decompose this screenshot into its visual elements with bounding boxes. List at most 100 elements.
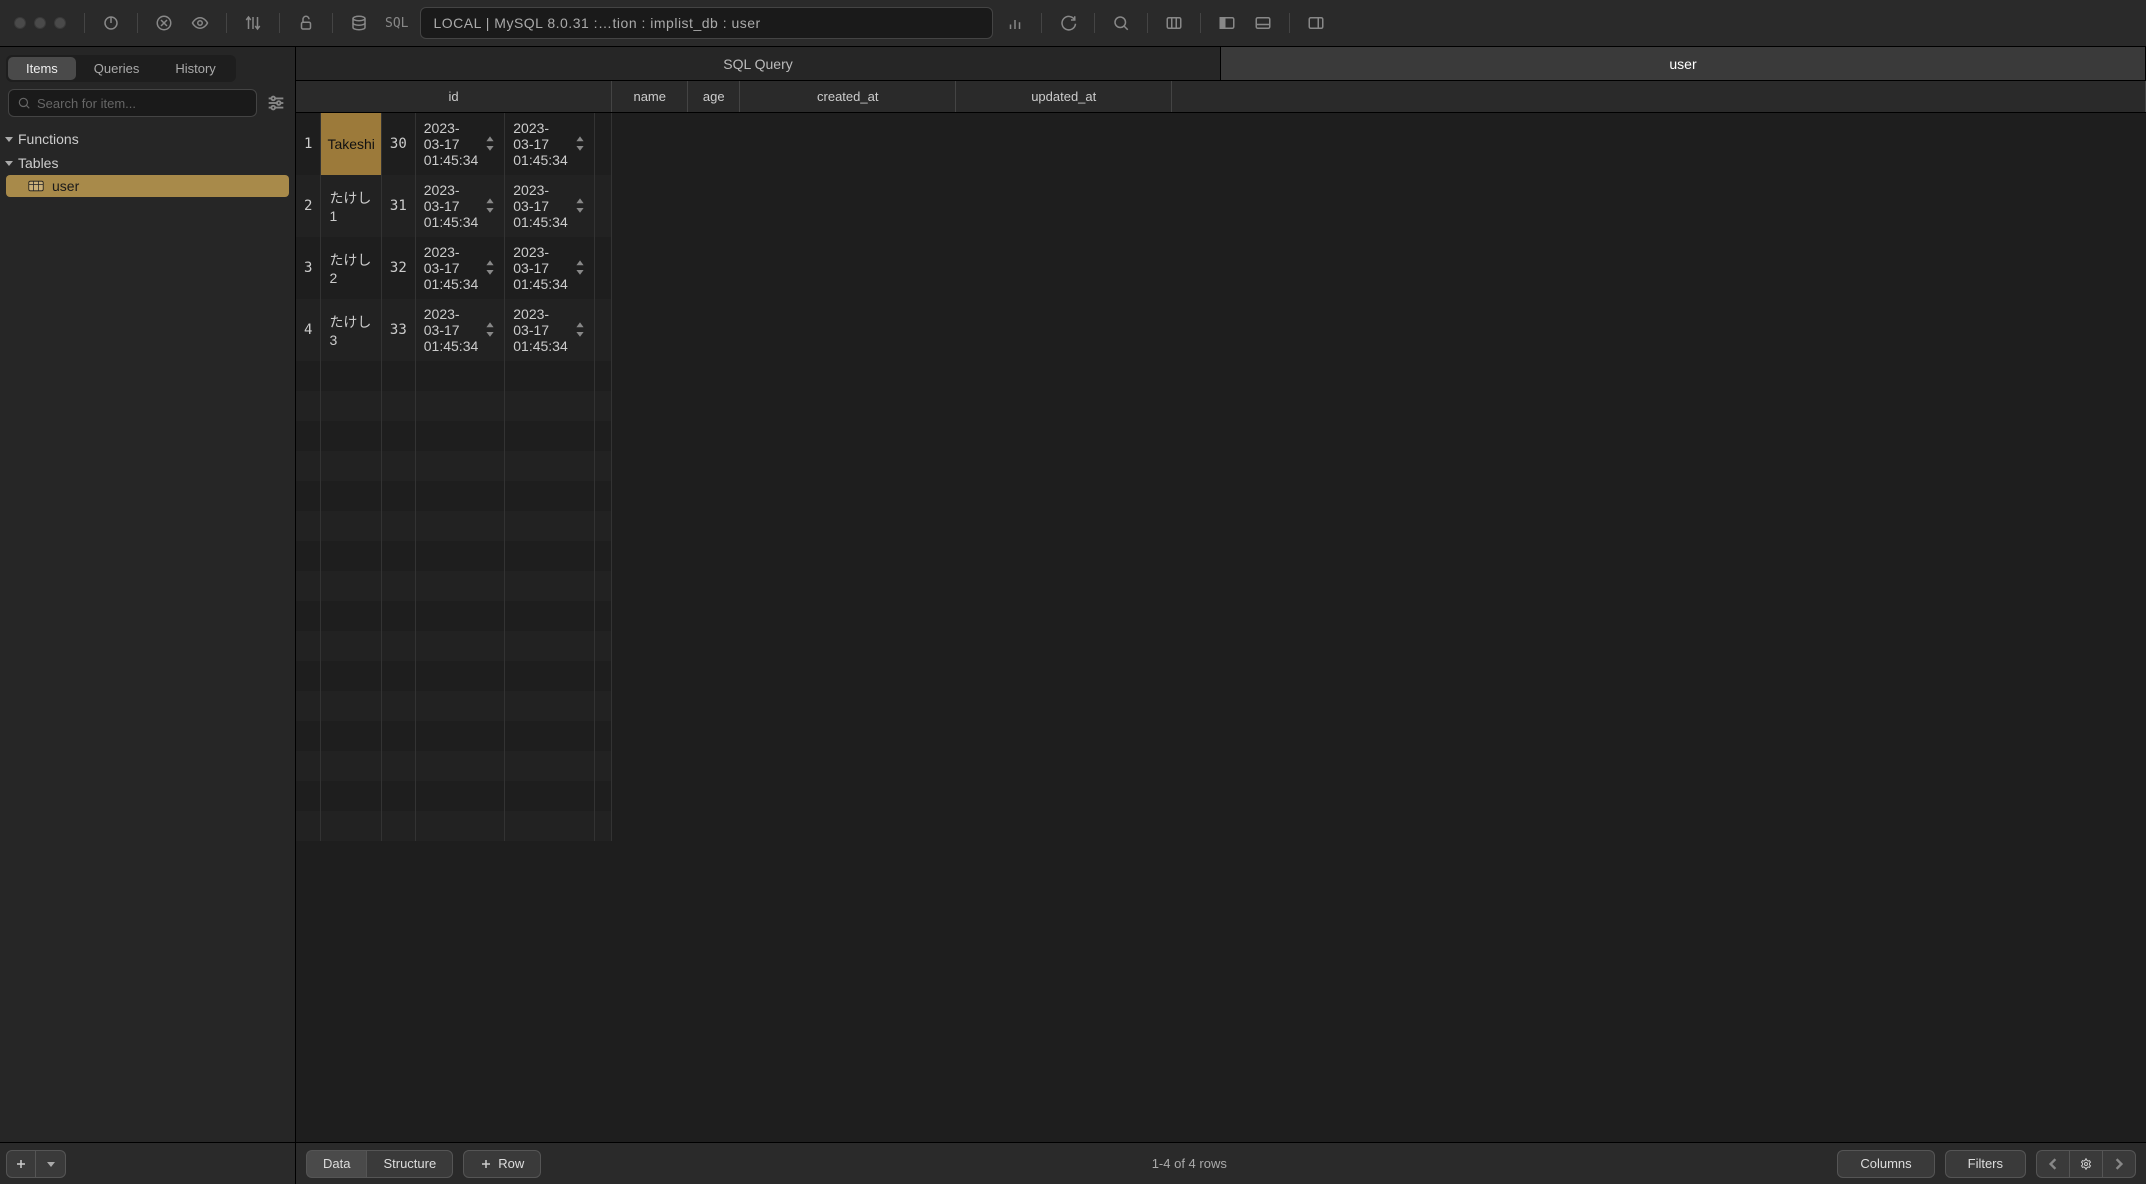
group-functions[interactable]: Functions xyxy=(0,127,295,151)
stepper-icon[interactable] xyxy=(484,258,496,277)
filters-button[interactable]: Filters xyxy=(1945,1150,2026,1178)
search-icon[interactable] xyxy=(1107,9,1135,37)
transfer-icon[interactable] xyxy=(239,9,267,37)
cell-id[interactable]: 4 xyxy=(296,299,321,361)
cell-id[interactable]: 2 xyxy=(296,175,321,237)
refresh-icon[interactable] xyxy=(1054,9,1082,37)
table-row[interactable] xyxy=(296,661,611,691)
data-view-button[interactable]: Data xyxy=(306,1150,366,1178)
cell-created-at[interactable]: 2023-03-17 01:45:34 xyxy=(415,113,504,175)
table-row[interactable] xyxy=(296,571,611,601)
cell-created-at[interactable]: 2023-03-17 01:45:34 xyxy=(415,175,504,237)
cell-updated-at[interactable]: 2023-03-17 01:45:34 xyxy=(505,175,594,237)
col-updated-at[interactable]: updated_at xyxy=(956,81,1172,113)
table-row[interactable] xyxy=(296,751,611,781)
cell-name[interactable]: たけし3 xyxy=(321,299,381,361)
cell-name[interactable]: Takeshi xyxy=(321,113,381,175)
lock-icon[interactable] xyxy=(292,9,320,37)
tab-table-user[interactable]: user xyxy=(1221,47,2146,80)
prev-page-button[interactable] xyxy=(2036,1150,2069,1178)
tab-sql-query[interactable]: SQL Query xyxy=(296,47,1221,80)
table-row[interactable] xyxy=(296,781,611,811)
add-item-button[interactable] xyxy=(6,1150,36,1178)
next-page-button[interactable] xyxy=(2102,1150,2136,1178)
stepper-icon[interactable] xyxy=(574,134,586,153)
table-row[interactable] xyxy=(296,421,611,451)
tab-items[interactable]: Items xyxy=(8,57,76,80)
cell-created-at[interactable]: 2023-03-17 01:45:34 xyxy=(415,299,504,361)
table-row[interactable]: 2たけし1312023-03-17 01:45:342023-03-17 01:… xyxy=(296,175,611,237)
cell-age[interactable]: 33 xyxy=(381,299,415,361)
table-item-user[interactable]: user xyxy=(6,175,289,197)
cancel-query-icon[interactable] xyxy=(150,9,178,37)
chevron-down-icon xyxy=(46,1159,56,1169)
chevron-right-icon xyxy=(2113,1158,2125,1170)
location-bar[interactable]: LOCAL | MySQL 8.0.31 :…tion : implist_db… xyxy=(420,7,993,39)
col-name[interactable]: name xyxy=(612,81,688,113)
sql-mode-badge[interactable]: SQL xyxy=(381,16,412,31)
database-icon[interactable] xyxy=(345,9,373,37)
tab-history[interactable]: History xyxy=(157,57,233,80)
table-row[interactable] xyxy=(296,391,611,421)
cell-id[interactable]: 3 xyxy=(296,237,321,299)
cell-created-at[interactable]: 2023-03-17 01:45:34 xyxy=(415,237,504,299)
table-row[interactable] xyxy=(296,601,611,631)
stepper-icon[interactable] xyxy=(574,320,586,339)
stepper-icon[interactable] xyxy=(484,134,496,153)
table-row[interactable] xyxy=(296,481,611,511)
cell-updated-at[interactable]: 2023-03-17 01:45:34 xyxy=(505,299,594,361)
cell-updated-at[interactable]: 2023-03-17 01:45:34 xyxy=(505,237,594,299)
minimize-window[interactable] xyxy=(34,17,46,29)
table-item-label: user xyxy=(52,178,79,194)
stepper-icon[interactable] xyxy=(574,196,586,215)
filter-settings-icon[interactable] xyxy=(265,92,287,114)
table-row[interactable]: 1Takeshi302023-03-17 01:45:342023-03-17 … xyxy=(296,113,611,175)
table-row[interactable] xyxy=(296,451,611,481)
power-icon[interactable] xyxy=(97,9,125,37)
data-grid[interactable]: id name age created_at updated_at 1Takes… xyxy=(296,81,2146,1142)
group-tables[interactable]: Tables xyxy=(0,151,295,175)
columns-button[interactable]: Columns xyxy=(1837,1150,1934,1178)
col-id[interactable]: id xyxy=(296,81,612,113)
close-window[interactable] xyxy=(14,17,26,29)
chart-icon[interactable] xyxy=(1001,9,1029,37)
cell-name[interactable]: たけし1 xyxy=(321,175,381,237)
panel-columns-icon[interactable] xyxy=(1160,9,1188,37)
cell-age[interactable]: 30 xyxy=(381,113,415,175)
page-settings-button[interactable] xyxy=(2069,1150,2102,1178)
panel-left-icon[interactable] xyxy=(1213,9,1241,37)
col-age[interactable]: age xyxy=(688,81,740,113)
structure-view-button[interactable]: Structure xyxy=(366,1150,453,1178)
table-row[interactable] xyxy=(296,691,611,721)
plus-icon xyxy=(15,1158,27,1170)
panel-bottom-icon[interactable] xyxy=(1249,9,1277,37)
cell-id[interactable]: 1 xyxy=(296,113,321,175)
tab-queries[interactable]: Queries xyxy=(76,57,158,80)
cell-name[interactable]: たけし2 xyxy=(321,237,381,299)
panel-right-icon[interactable] xyxy=(1302,9,1330,37)
cell-age[interactable]: 32 xyxy=(381,237,415,299)
table-row[interactable] xyxy=(296,631,611,661)
gear-icon xyxy=(2080,1158,2092,1170)
cell-updated-at[interactable]: 2023-03-17 01:45:34 xyxy=(505,113,594,175)
stepper-icon[interactable] xyxy=(484,196,496,215)
search-box[interactable] xyxy=(8,89,257,117)
table-row[interactable] xyxy=(296,511,611,541)
stepper-icon[interactable] xyxy=(484,320,496,339)
eye-icon[interactable] xyxy=(186,9,214,37)
table-row[interactable] xyxy=(296,361,611,391)
chevron-down-icon xyxy=(4,134,14,144)
col-created-at[interactable]: created_at xyxy=(740,81,956,113)
zoom-window[interactable] xyxy=(54,17,66,29)
sidebar-tabs: Items Queries History xyxy=(0,47,295,81)
table-row[interactable] xyxy=(296,811,611,841)
table-row[interactable]: 3たけし2322023-03-17 01:45:342023-03-17 01:… xyxy=(296,237,611,299)
add-item-menu-button[interactable] xyxy=(36,1150,66,1178)
cell-age[interactable]: 31 xyxy=(381,175,415,237)
stepper-icon[interactable] xyxy=(574,258,586,277)
table-row[interactable]: 4たけし3332023-03-17 01:45:342023-03-17 01:… xyxy=(296,299,611,361)
table-row[interactable] xyxy=(296,541,611,571)
table-row[interactable] xyxy=(296,721,611,751)
search-input[interactable] xyxy=(37,96,248,111)
add-row-button[interactable]: Row xyxy=(463,1150,541,1178)
